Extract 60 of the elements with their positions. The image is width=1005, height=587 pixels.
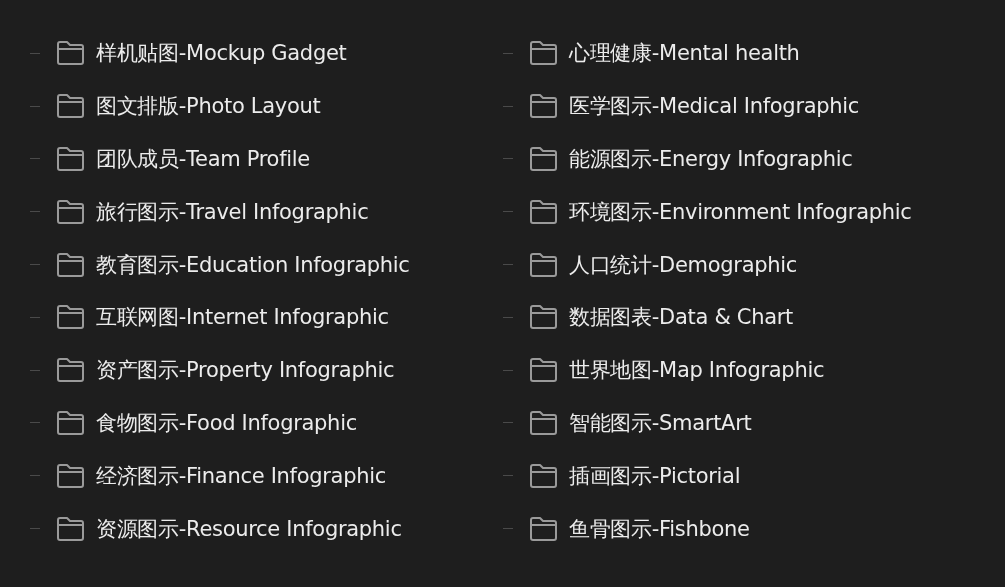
folder-icon bbox=[529, 462, 558, 489]
folder-icon bbox=[529, 409, 558, 436]
branch-line bbox=[503, 105, 513, 107]
branch-line bbox=[503, 422, 513, 424]
folder-icon bbox=[56, 198, 85, 225]
branch-line bbox=[30, 528, 40, 530]
folder-icon bbox=[56, 462, 85, 489]
branch-line bbox=[30, 316, 40, 318]
folder-name[interactable]: 样机贴图-Mockup Gadget bbox=[96, 39, 347, 68]
folder-name[interactable]: 心理健康-Mental health bbox=[569, 39, 800, 68]
branch-line bbox=[503, 52, 513, 54]
folder-name[interactable]: 人口统计-Demographic bbox=[569, 250, 798, 279]
folder-name[interactable]: 教育图示-Education Infographic bbox=[96, 250, 410, 279]
folder-name[interactable]: 智能图示-SmartArt bbox=[569, 408, 752, 437]
folder-icon bbox=[529, 357, 558, 384]
folder-icon bbox=[529, 304, 558, 331]
folder-name[interactable]: 能源图示-Energy Infographic bbox=[569, 145, 853, 173]
branch-line bbox=[503, 264, 513, 266]
folder-name[interactable]: 互联网图-Internet Infographic bbox=[96, 303, 389, 332]
branch-line bbox=[30, 475, 40, 477]
folder-icon bbox=[56, 40, 85, 67]
branch-line bbox=[30, 105, 40, 107]
folder-icon bbox=[56, 357, 85, 384]
folder-name[interactable]: 插画图示-Pictorial bbox=[569, 461, 741, 490]
folder-name[interactable]: 经济图示-Finance Infographic bbox=[96, 461, 386, 490]
folder-icon bbox=[529, 146, 558, 172]
folder-name[interactable]: 医学图示-Medical Infographic bbox=[569, 92, 860, 121]
folder-name[interactable]: 食物图示-Food Infographic bbox=[96, 408, 357, 437]
branch-line bbox=[503, 475, 513, 477]
folder-icon bbox=[56, 409, 85, 436]
folder-icon bbox=[529, 515, 558, 542]
folder-name[interactable]: 资源图示-Resource Infographic bbox=[96, 514, 402, 543]
branch-line bbox=[503, 211, 513, 213]
folder-name[interactable]: 团队成员-Team Profile bbox=[96, 145, 310, 173]
folder-name[interactable]: 世界地图-Map Infographic bbox=[569, 356, 825, 385]
folder-name[interactable]: 鱼骨图示-Fishbone bbox=[569, 514, 750, 543]
branch-line bbox=[30, 52, 40, 54]
branch-line bbox=[30, 422, 40, 424]
branch-line bbox=[503, 528, 513, 530]
folder-icon bbox=[56, 304, 85, 331]
folder-icon bbox=[56, 93, 85, 120]
folder-name[interactable]: 旅行图示-Travel Infographic bbox=[96, 197, 369, 226]
folder-icon bbox=[56, 515, 85, 542]
branch-line bbox=[503, 316, 513, 318]
folder-name[interactable]: 数据图表-Data & Chart bbox=[569, 303, 794, 332]
branch-line bbox=[503, 369, 513, 371]
branch-line bbox=[30, 369, 40, 371]
folder-name[interactable]: 图文排版-Photo Layout bbox=[96, 92, 321, 121]
branch-line bbox=[30, 158, 40, 160]
folder-name[interactable]: 环境图示-Environment Infographic bbox=[569, 197, 912, 226]
folder-icon bbox=[529, 40, 558, 67]
folder-icon bbox=[529, 93, 558, 120]
folder-icon bbox=[529, 198, 558, 225]
folder-icon bbox=[529, 251, 558, 278]
branch-line bbox=[503, 158, 513, 160]
branch-line bbox=[30, 264, 40, 266]
branch-line bbox=[30, 211, 40, 213]
folder-icon bbox=[56, 251, 85, 278]
folder-name[interactable]: 资产图示-Property Infographic bbox=[96, 356, 395, 385]
folder-icon bbox=[56, 146, 85, 172]
